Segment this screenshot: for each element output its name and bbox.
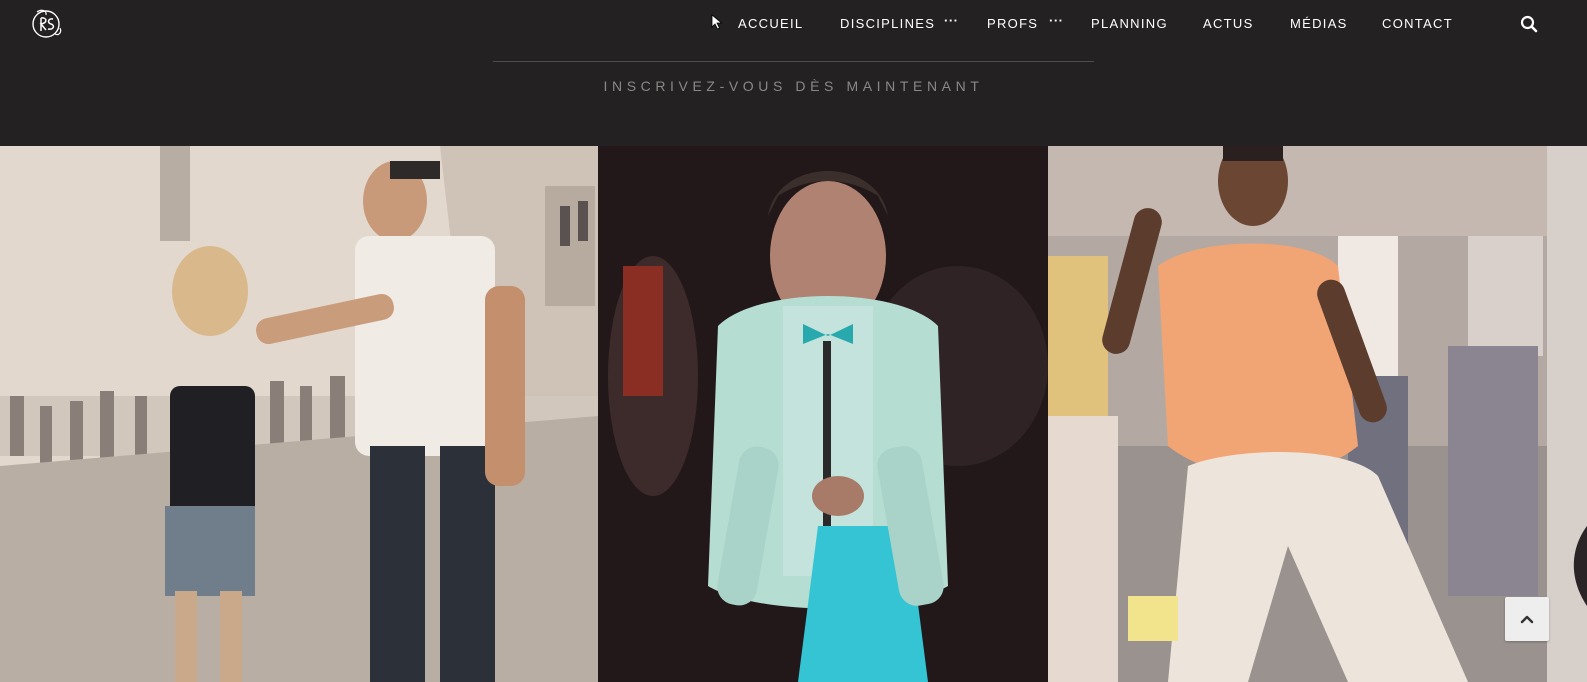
- profs-dropdown-icon[interactable]: ···: [1049, 13, 1064, 28]
- site-header: ACCUEIL DISCIPLINES ··· PROFS ··· PLANNI…: [0, 0, 1587, 146]
- gallery-photo-dance-class[interactable]: [1048, 146, 1547, 682]
- nav-item-disciplines[interactable]: DISCIPLINES: [840, 16, 935, 31]
- gallery-photo-man-blue-suit[interactable]: [598, 146, 1048, 682]
- signup-link[interactable]: INSCRIVEZ-VOUS DÈS MAINTENANT: [493, 78, 1094, 94]
- gallery-photo-partial[interactable]: [1547, 146, 1587, 682]
- nav-item-actus[interactable]: ACTUS: [1203, 16, 1254, 31]
- scroll-to-top-button[interactable]: [1505, 597, 1549, 641]
- nav-item-profs[interactable]: PROFS: [987, 16, 1038, 31]
- nav-item-medias[interactable]: MÉDIAS: [1290, 16, 1348, 31]
- header-divider: [493, 61, 1094, 62]
- gallery-photo-couple-dancing[interactable]: [0, 146, 598, 682]
- nav-item-accueil[interactable]: ACCUEIL: [738, 16, 803, 31]
- mouse-cursor-icon: [711, 14, 723, 30]
- photo-gallery: [0, 146, 1587, 682]
- disciplines-dropdown-icon[interactable]: ···: [944, 13, 959, 28]
- nav-item-planning[interactable]: PLANNING: [1091, 16, 1168, 31]
- nav-item-contact[interactable]: CONTACT: [1382, 16, 1453, 31]
- search-icon[interactable]: [1520, 15, 1538, 33]
- main-navigation: ACCUEIL DISCIPLINES ··· PROFS ··· PLANNI…: [0, 0, 1587, 46]
- chevron-up-icon: [1520, 615, 1534, 624]
